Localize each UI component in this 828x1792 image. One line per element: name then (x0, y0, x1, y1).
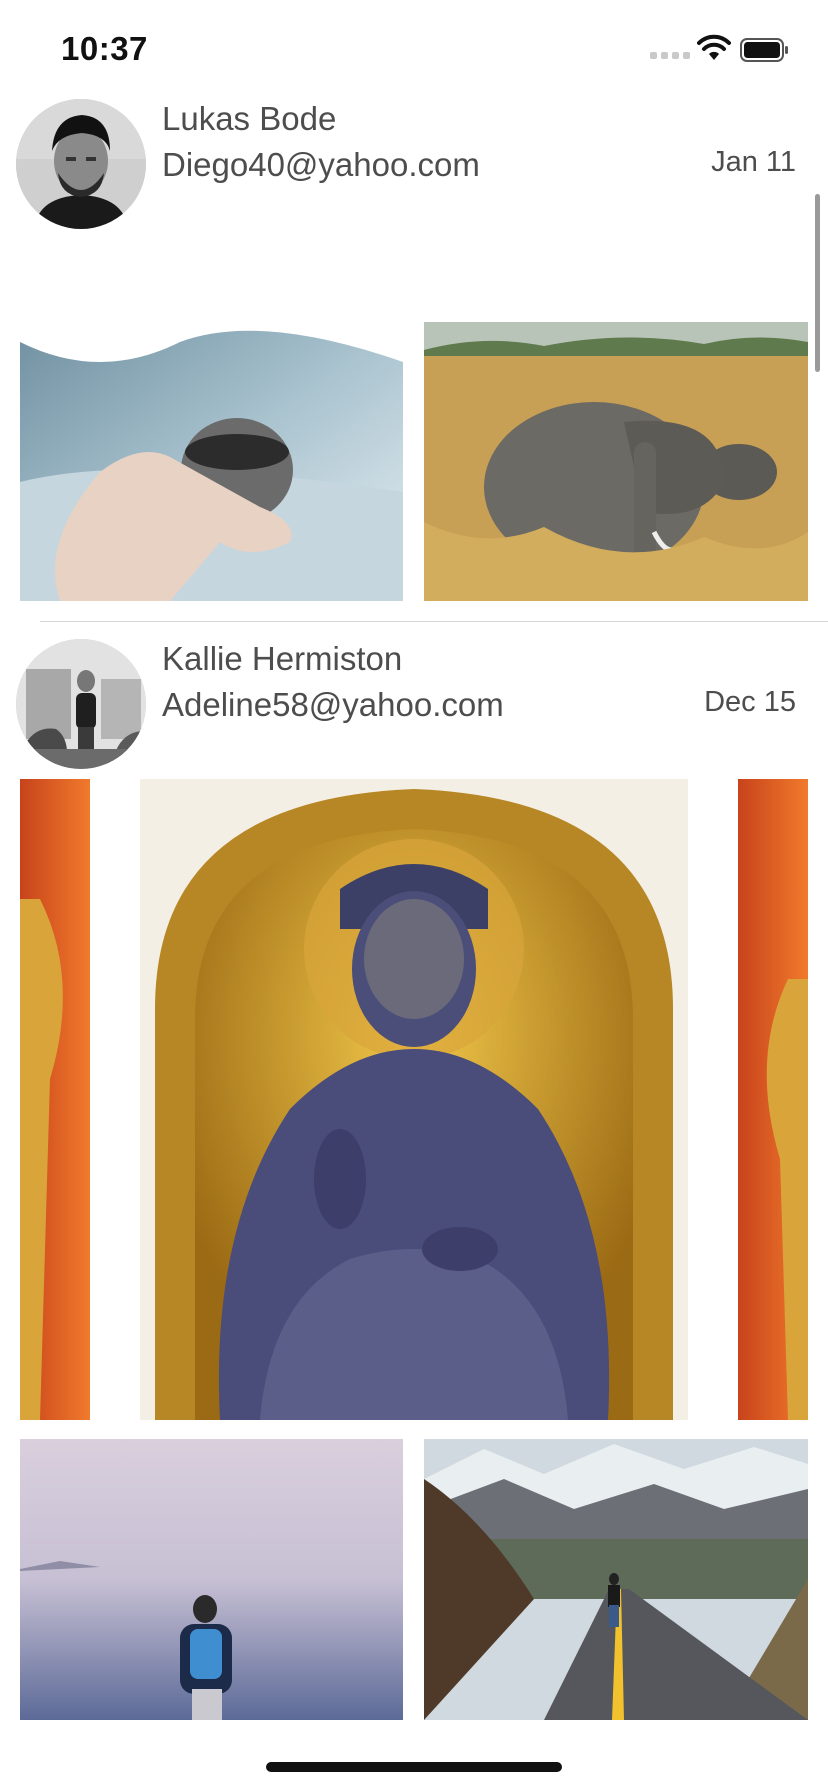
author-email: Adeline58@yahoo.com (162, 686, 504, 723)
wifi-icon (697, 34, 731, 60)
post-divider (40, 621, 828, 622)
post-feed[interactable]: Lukas Bode Diego40@yahoo.com Jan 11 Kall… (0, 96, 828, 1720)
author-email: Diego40@yahoo.com (162, 146, 480, 183)
avatar[interactable] (16, 639, 146, 769)
post-date: Dec 15 (704, 686, 796, 718)
post-photo[interactable] (20, 1439, 403, 1720)
battery-icon (740, 38, 788, 62)
signal-icon (650, 52, 690, 59)
post-date: Jan 11 (711, 146, 796, 178)
scrollbar[interactable] (815, 194, 820, 372)
post-header[interactable]: Kallie Hermiston Adeline58@yahoo.com Dec… (0, 636, 828, 776)
post-photo[interactable] (424, 322, 808, 601)
post-photo[interactable] (20, 779, 808, 1420)
post-header[interactable]: Lukas Bode Diego40@yahoo.com Jan 11 (0, 96, 828, 236)
author-name[interactable]: Kallie Hermiston (162, 640, 402, 678)
home-indicator[interactable] (266, 1762, 562, 1772)
author-name[interactable]: Lukas Bode (162, 100, 336, 138)
post-photo[interactable] (424, 1439, 808, 1720)
post-photo[interactable] (20, 322, 403, 601)
avatar[interactable] (16, 99, 146, 229)
status-time: 10:37 (61, 30, 148, 67)
status-bar: 10:37 (0, 0, 828, 96)
